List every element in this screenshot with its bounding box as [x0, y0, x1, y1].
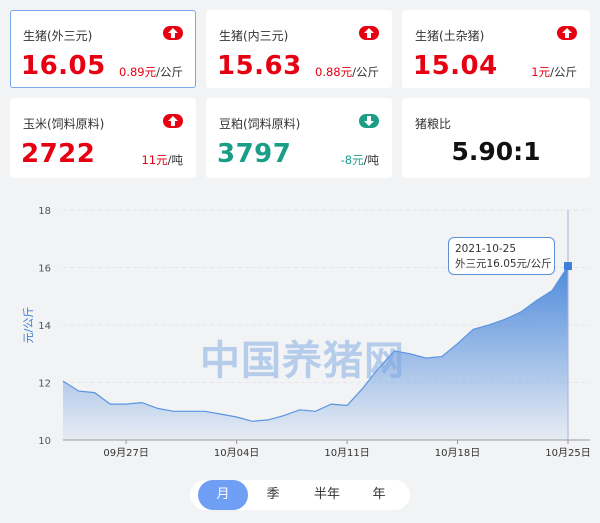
card-wai-san-yuan[interactable]: 生猪(外三元) 16.05 0.89元/公斤 — [10, 10, 196, 88]
x-tick-label: 10月25日 — [545, 447, 590, 459]
card-name: 玉米(饲料原料) — [23, 117, 105, 131]
card-name: 生猪(内三元) — [219, 29, 289, 43]
tab-year[interactable]: 年 — [354, 480, 404, 510]
y-tick-label: 18 — [38, 206, 51, 217]
arrow-up-icon — [163, 26, 183, 40]
tooltip-value: 外三元16.05元/公斤 — [455, 258, 552, 270]
card-yu-mi[interactable]: 玉米(饲料原料) 2722 11元/吨 — [10, 98, 196, 178]
card-change: 0.89元/公斤 — [119, 65, 183, 79]
y-tick-label: 14 — [38, 321, 51, 332]
tab-half-year[interactable]: 半年 — [302, 480, 352, 510]
card-change: 0.88元/公斤 — [315, 65, 379, 79]
card-price: 16.05 — [21, 51, 106, 81]
tab-quarter[interactable]: 季 — [248, 480, 298, 510]
card-name: 豆粕(饲料原料) — [219, 117, 301, 131]
card-change: 11元/吨 — [141, 153, 183, 167]
card-name: 猪粮比 — [415, 117, 452, 131]
card-zhu-liang-bi[interactable]: 猪粮比 5.90:1 — [402, 98, 590, 178]
y-tick-label: 12 — [38, 379, 51, 390]
x-tick-label: 10月18日 — [435, 447, 480, 459]
card-ratio-value: 5.90:1 — [451, 137, 541, 166]
card-price: 15.63 — [217, 51, 302, 81]
arrow-up-icon — [359, 26, 379, 40]
chart-tooltip: 2021-10-25 外三元16.05元/公斤 — [448, 237, 555, 275]
arrow-down-icon — [359, 114, 379, 128]
x-tick-label: 09月27日 — [103, 447, 148, 459]
tooltip-date: 2021-10-25 — [455, 243, 517, 255]
tab-month[interactable]: 月 — [198, 480, 248, 510]
card-tu-za-zhu[interactable]: 生猪(土杂猪) 15.04 1元/公斤 — [402, 10, 590, 88]
card-change: -8元/吨 — [340, 153, 379, 167]
period-selector: 月 季 半年 年 — [190, 480, 410, 510]
watermark: 中国养猪网 — [200, 338, 405, 384]
x-tick-label: 10月04日 — [214, 447, 259, 459]
y-tick-label: 10 — [38, 436, 51, 447]
card-price: 2722 — [21, 139, 96, 169]
arrow-up-icon — [557, 26, 577, 40]
card-price: 15.04 — [413, 51, 498, 81]
card-price: 3797 — [217, 139, 292, 169]
y-axis-label: 元/公斤 — [22, 307, 35, 344]
card-nei-san-yuan[interactable]: 生猪(内三元) 15.63 0.88元/公斤 — [206, 10, 392, 88]
card-name: 生猪(外三元) — [23, 29, 93, 43]
card-change: 1元/公斤 — [531, 65, 577, 79]
arrow-up-icon — [163, 114, 183, 128]
x-tick-label: 10月11日 — [324, 447, 369, 459]
card-dou-po[interactable]: 豆粕(饲料原料) 3797 -8元/吨 — [206, 98, 392, 178]
y-tick-label: 16 — [38, 264, 51, 275]
highlight-point — [564, 262, 572, 271]
card-name: 生猪(土杂猪) — [415, 29, 485, 43]
